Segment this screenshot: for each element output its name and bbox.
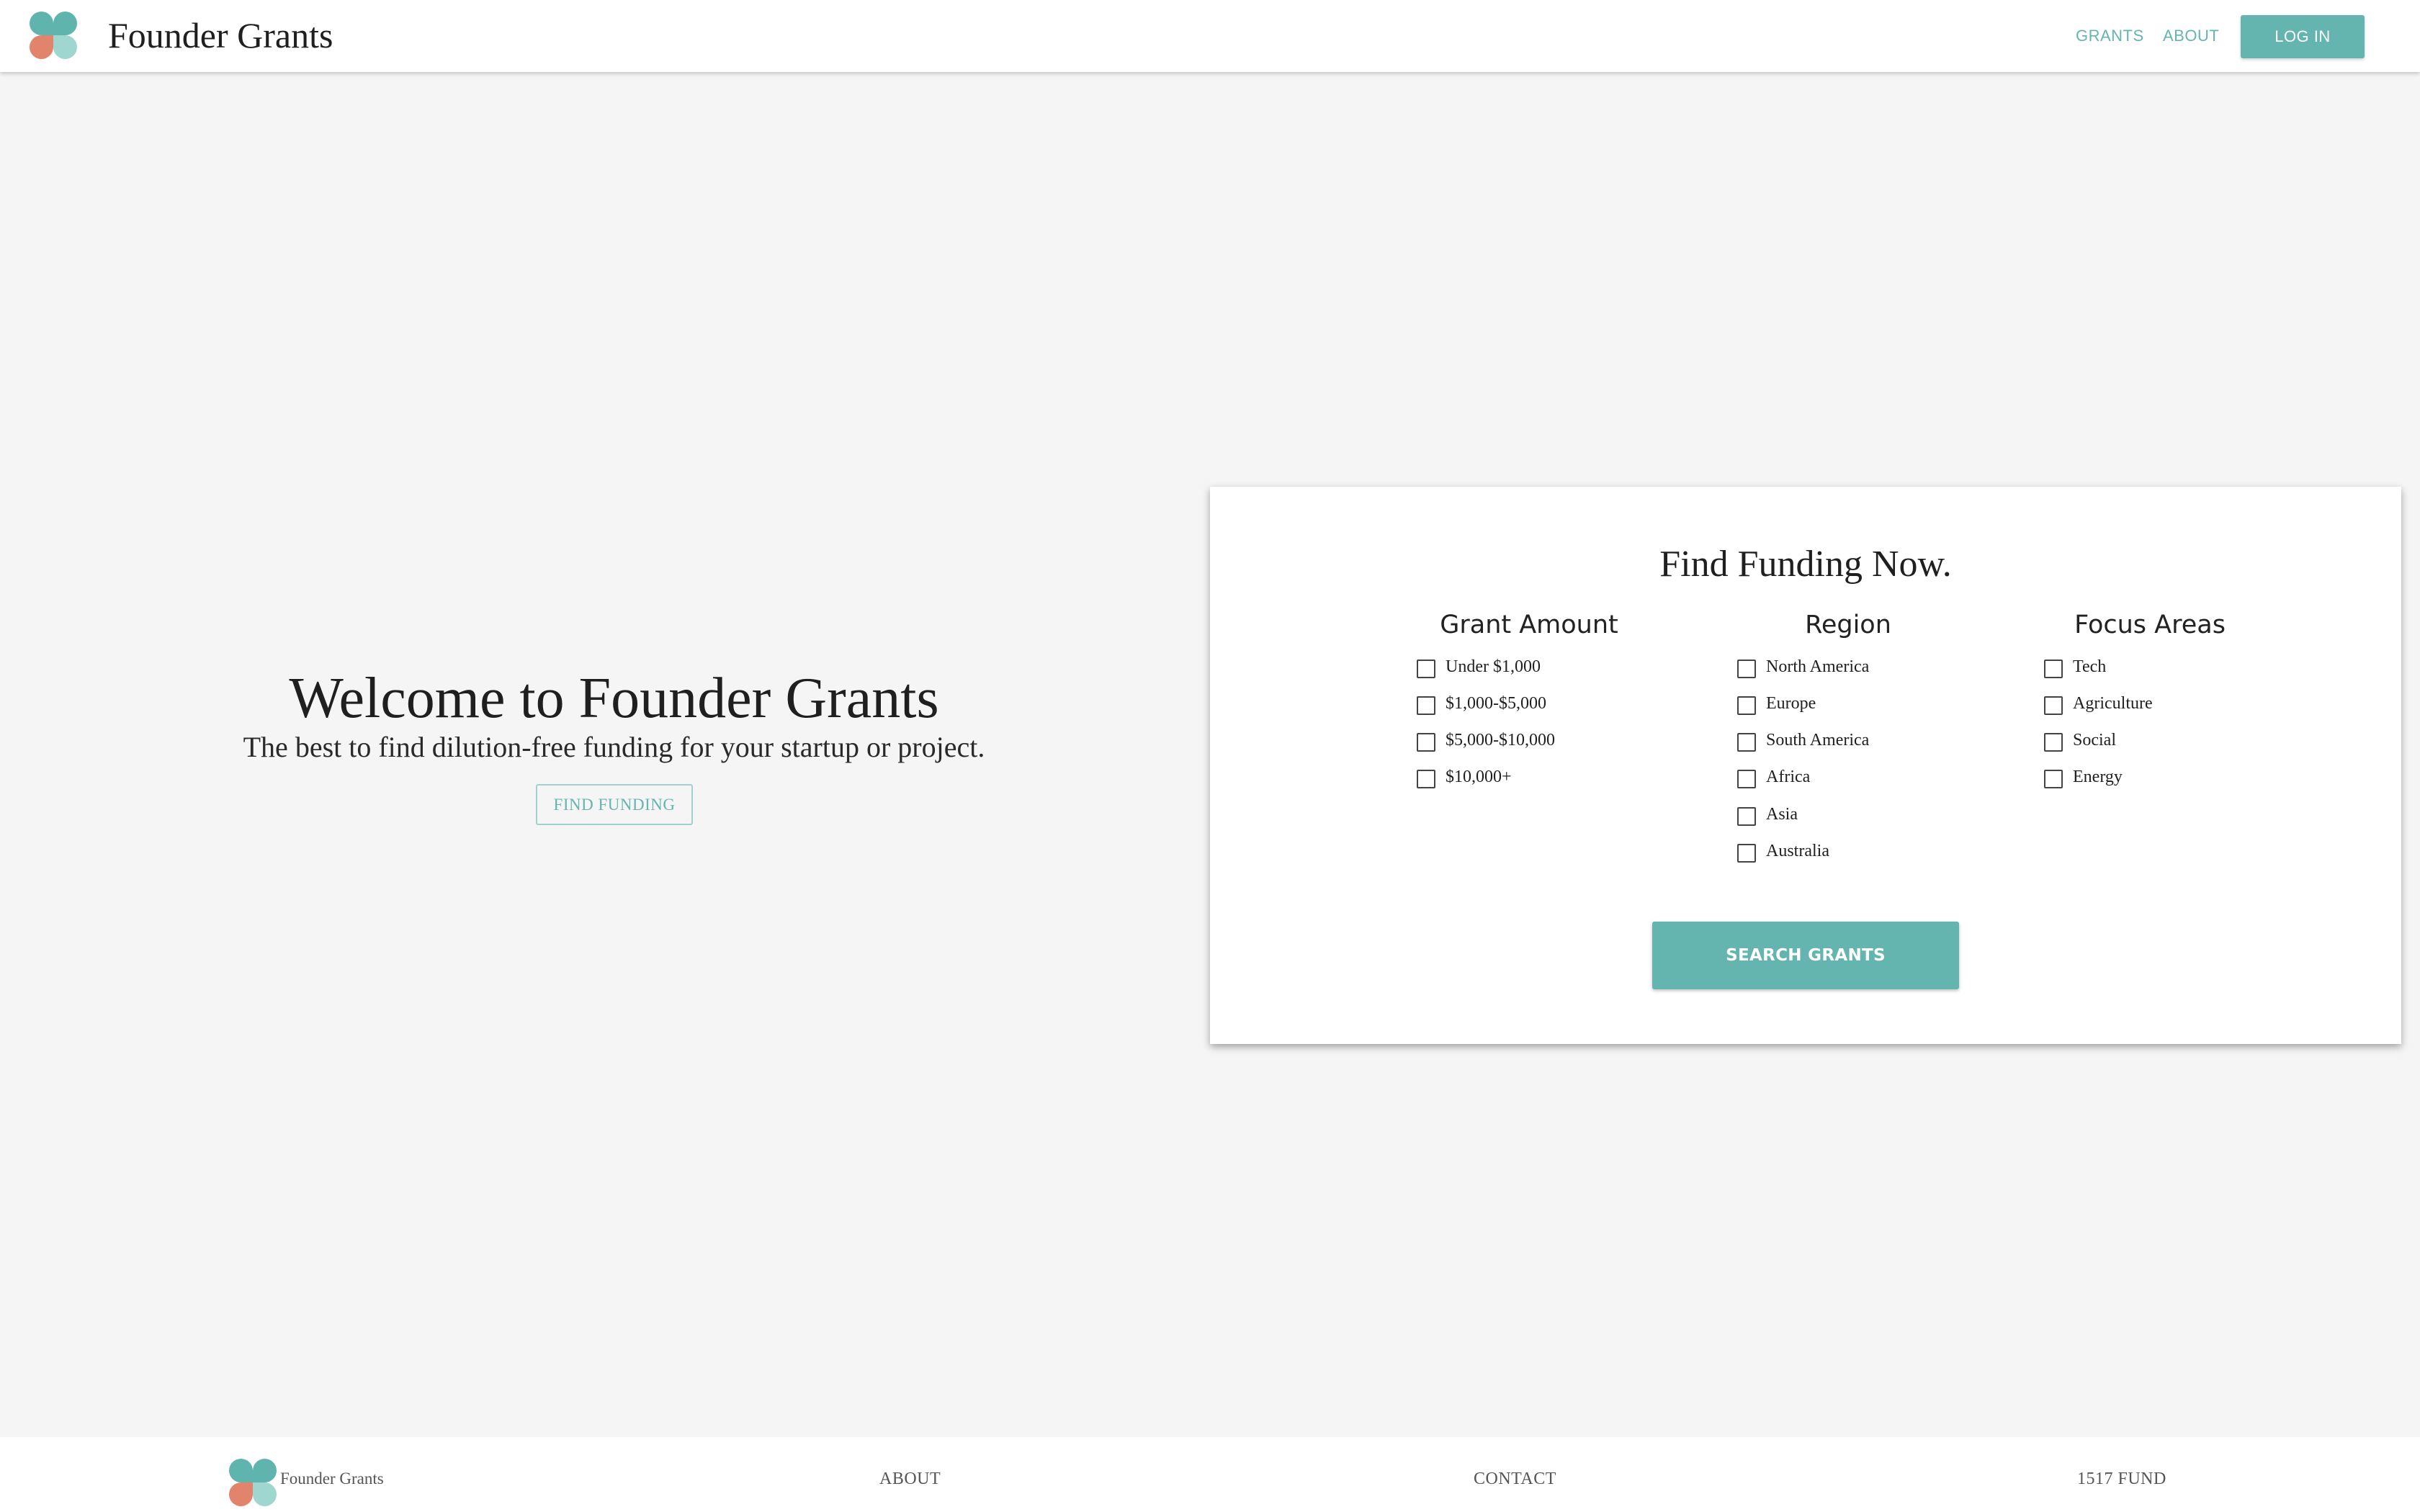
brand-title[interactable]: Founder Grants bbox=[108, 10, 333, 60]
hero-title: Welcome to Founder Grants bbox=[289, 667, 939, 730]
footer-1517-fund-link[interactable]: 1517 FUND bbox=[2077, 1466, 2166, 1492]
option-label: Energy bbox=[2073, 768, 2123, 786]
region-heading: Region bbox=[1805, 611, 1891, 639]
logo-petal-top-right bbox=[53, 12, 77, 35]
option-label: $1,000-$5,000 bbox=[1446, 694, 1546, 713]
option-label: Asia bbox=[1766, 805, 1798, 824]
checkbox[interactable] bbox=[1417, 770, 1435, 788]
clover-logo-icon[interactable] bbox=[229, 1459, 277, 1506]
focus-areas-heading: Focus Areas bbox=[2074, 611, 2226, 639]
top-nav-bar: Founder Grants GRANTS ABOUT LOG IN bbox=[0, 0, 2420, 72]
region-option[interactable]: South America bbox=[1737, 726, 1975, 755]
footer-brand[interactable]: Founder Grants bbox=[280, 1466, 384, 1492]
checkbox[interactable] bbox=[2044, 770, 2063, 788]
region-option[interactable]: North America bbox=[1737, 652, 1975, 681]
search-grants-button[interactable]: SEARCH GRANTS bbox=[1652, 922, 1959, 989]
nav-grants-link[interactable]: GRANTS bbox=[2076, 22, 2144, 50]
footer: Founder Grants ABOUT CONTACT 1517 FUND bbox=[0, 1437, 2420, 1512]
checkbox[interactable] bbox=[2044, 660, 2063, 678]
option-label: South America bbox=[1766, 731, 1870, 750]
option-label: Europe bbox=[1766, 694, 1816, 713]
focus-area-option[interactable]: Tech bbox=[2044, 652, 2260, 681]
logo-petal-top-right bbox=[253, 1459, 277, 1482]
grant-amount-option[interactable]: Under $1,000 bbox=[1417, 652, 1654, 681]
option-label: $5,000-$10,000 bbox=[1446, 731, 1555, 750]
checkbox[interactable] bbox=[1737, 844, 1756, 863]
checkbox[interactable] bbox=[2044, 696, 2063, 715]
option-label: $10,000+ bbox=[1446, 768, 1512, 786]
logo-petal-bottom-left bbox=[229, 1482, 253, 1506]
grant-amount-option[interactable]: $10,000+ bbox=[1417, 762, 1654, 791]
option-label: Agriculture bbox=[2073, 694, 2153, 713]
option-label: Under $1,000 bbox=[1446, 657, 1541, 676]
logo-petal-bottom-right bbox=[53, 35, 77, 59]
footer-about-link[interactable]: ABOUT bbox=[879, 1466, 941, 1492]
nav-about-link[interactable]: ABOUT bbox=[2163, 22, 2219, 50]
grant-amount-heading: Grant Amount bbox=[1440, 611, 1618, 639]
logo-petal-bottom-left bbox=[30, 35, 53, 59]
grant-amount-option[interactable]: $5,000-$10,000 bbox=[1417, 726, 1654, 755]
focus-area-option[interactable]: Energy bbox=[2044, 762, 2260, 791]
focus-area-option[interactable]: Social bbox=[2044, 726, 2260, 755]
option-label: North America bbox=[1766, 657, 1870, 676]
checkbox[interactable] bbox=[1737, 660, 1756, 678]
region-option[interactable]: Asia bbox=[1737, 800, 1975, 829]
checkbox[interactable] bbox=[1737, 733, 1756, 752]
grant-amount-option[interactable]: $1,000-$5,000 bbox=[1417, 689, 1654, 718]
logo-petal-top-left bbox=[229, 1459, 253, 1482]
find-funding-card: Find Funding Now. Grant Amount Under $1,… bbox=[1210, 487, 2401, 1044]
focus-area-option[interactable]: Agriculture bbox=[2044, 689, 2260, 718]
checkbox[interactable] bbox=[1417, 696, 1435, 715]
checkbox[interactable] bbox=[1737, 770, 1756, 788]
checkbox[interactable] bbox=[1737, 696, 1756, 715]
checkbox[interactable] bbox=[2044, 733, 2063, 752]
option-label: Social bbox=[2073, 731, 2116, 750]
card-title: Find Funding Now. bbox=[1659, 544, 1952, 585]
region-option[interactable]: Africa bbox=[1737, 762, 1975, 791]
checkbox[interactable] bbox=[1417, 660, 1435, 678]
logo-petal-bottom-right bbox=[253, 1482, 277, 1506]
footer-contact-link[interactable]: CONTACT bbox=[1474, 1466, 1556, 1492]
clover-logo-icon[interactable] bbox=[30, 12, 77, 59]
hero-section: Welcome to Founder Grants The best to fi… bbox=[0, 72, 1228, 1437]
login-button[interactable]: LOG IN bbox=[2241, 15, 2365, 58]
region-option[interactable]: Australia bbox=[1737, 837, 1975, 865]
option-label: Africa bbox=[1766, 768, 1811, 786]
hero-subtitle: The best to find dilution-free funding f… bbox=[243, 731, 985, 763]
find-funding-button[interactable]: FIND FUNDING bbox=[536, 784, 693, 825]
checkbox[interactable] bbox=[1737, 807, 1756, 826]
option-label: Australia bbox=[1766, 842, 1829, 860]
checkbox[interactable] bbox=[1417, 733, 1435, 752]
region-option[interactable]: Europe bbox=[1737, 689, 1975, 718]
logo-petal-top-left bbox=[30, 12, 53, 35]
option-label: Tech bbox=[2073, 657, 2107, 676]
